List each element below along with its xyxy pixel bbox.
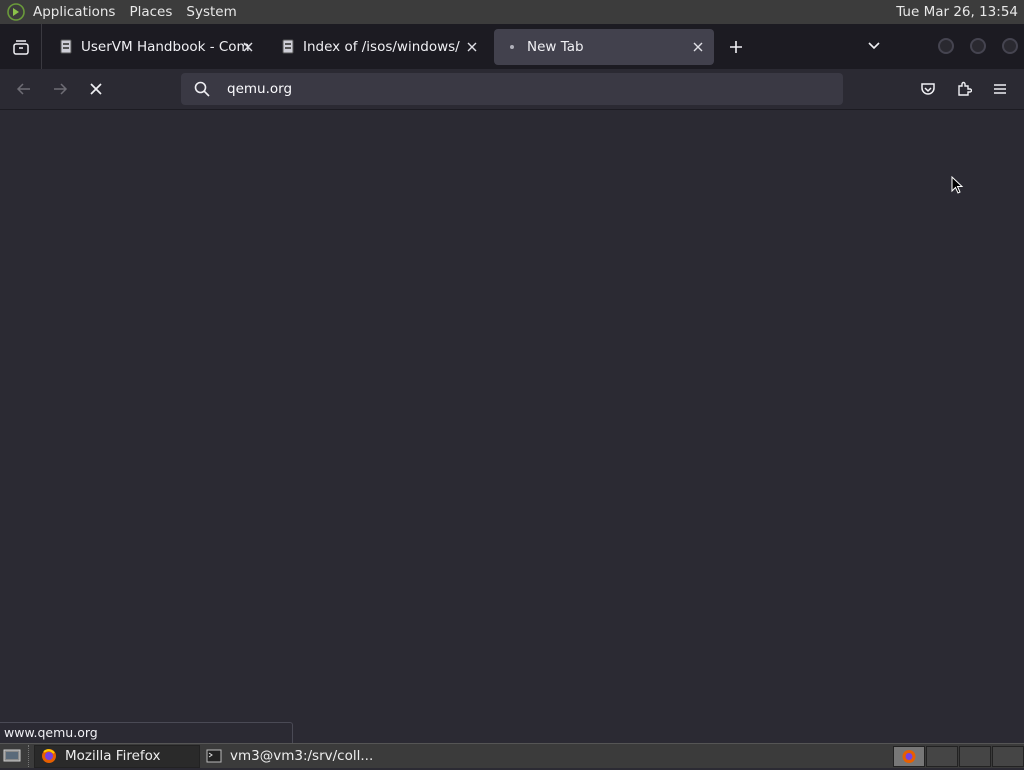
workspace-2[interactable]: [926, 746, 958, 767]
page-content[interactable]: [0, 110, 1024, 743]
chevron-down-icon: [868, 42, 880, 50]
tab-new-tab[interactable]: New Tab: [494, 28, 714, 65]
taskbar-item-firefox[interactable]: Mozilla Firefox: [34, 744, 200, 768]
terminal-icon: [206, 748, 222, 764]
menu-places[interactable]: Places: [129, 4, 172, 20]
maximize-button[interactable]: [970, 38, 986, 54]
taskbar-item-terminal[interactable]: vm3@vm3:/srv/coll...: [200, 745, 379, 768]
system-logo-icon[interactable]: [6, 2, 26, 22]
puzzle-icon: [958, 81, 972, 96]
hamburger-menu-icon: [994, 84, 1006, 94]
status-link-overlay: www.qemu.org: [0, 722, 293, 743]
minimize-button[interactable]: [938, 38, 954, 54]
stop-loading-button[interactable]: [82, 75, 110, 103]
url-bar[interactable]: [181, 73, 843, 105]
top-panel: Applications Places System Tue Mar 26, 1…: [0, 0, 1024, 24]
mouse-cursor-icon: [951, 176, 964, 194]
forward-button[interactable]: [46, 75, 74, 103]
menu-applications[interactable]: Applications: [33, 4, 115, 20]
workspace-1[interactable]: [893, 746, 925, 767]
firefox-view-icon: [12, 39, 29, 55]
task-label: Mozilla Firefox: [65, 748, 161, 764]
list-all-tabs-button[interactable]: [860, 32, 888, 60]
taskbar-separator: [28, 745, 30, 767]
tab-title: New Tab: [527, 38, 584, 55]
show-desktop-button[interactable]: [0, 744, 24, 768]
clock[interactable]: Tue Mar 26, 13:54: [896, 4, 1018, 20]
tab-index-isos-windows[interactable]: Index of /isos/windows/: [270, 29, 488, 65]
arrow-right-icon: [54, 83, 68, 95]
firefox-view-button[interactable]: [0, 24, 42, 69]
firefox-icon: [902, 750, 916, 763]
firefox-icon: [41, 748, 57, 764]
stop-icon: [90, 83, 102, 95]
pocket-button[interactable]: [914, 75, 942, 103]
taskbar: Mozilla Firefox vm3@vm3:/srv/coll...: [0, 743, 1024, 768]
new-tab-button[interactable]: [722, 33, 750, 61]
search-icon: [194, 81, 210, 97]
app-menu-button[interactable]: [986, 75, 1014, 103]
workspace-4[interactable]: [992, 746, 1024, 767]
back-button[interactable]: [10, 75, 38, 103]
desktop-icon: [3, 749, 21, 762]
page-icon: [58, 39, 74, 55]
plus-icon: [730, 40, 742, 53]
tab-strip: UserVM Handbook - Compu Index of /isos/w…: [0, 24, 1024, 69]
close-icon[interactable]: [240, 39, 256, 55]
loading-dot-icon: [504, 39, 520, 55]
extensions-button[interactable]: [950, 75, 978, 103]
menu-system[interactable]: System: [186, 4, 236, 20]
close-icon[interactable]: [690, 39, 706, 55]
tab-userVM-handbook[interactable]: UserVM Handbook - Compu: [48, 29, 264, 65]
close-icon[interactable]: [464, 39, 480, 55]
url-input[interactable]: [227, 81, 787, 97]
page-icon: [280, 39, 296, 55]
arrow-left-icon: [16, 83, 30, 95]
navigation-toolbar: [0, 69, 1024, 110]
tab-title: Index of /isos/windows/: [303, 38, 460, 55]
task-label: vm3@vm3:/srv/coll...: [230, 748, 374, 764]
tab-title: UserVM Handbook - Compu: [81, 38, 251, 55]
close-window-button[interactable]: [1002, 38, 1018, 54]
workspace-3[interactable]: [959, 746, 991, 767]
pocket-icon: [921, 83, 935, 95]
